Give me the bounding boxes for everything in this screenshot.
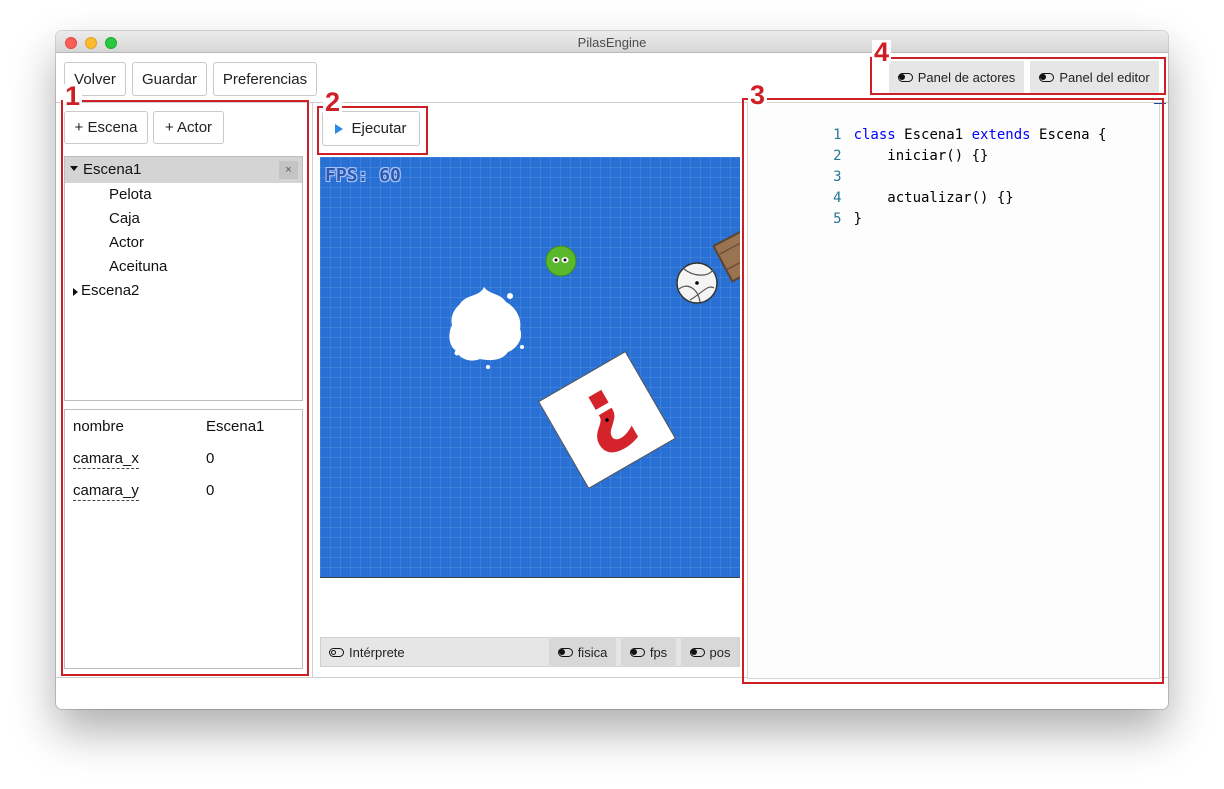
actor-question-card: ? [538,351,676,489]
pos-toggle[interactable]: pos [681,637,739,667]
properties-panel: nombre Escena1 camara_x 0 camara_y 0 [64,409,303,669]
pelota-actor [676,262,718,304]
prop-value[interactable]: 0 [206,450,214,467]
toggle-switch-icon [557,647,573,657]
code-text: iniciar() {} [853,148,989,164]
tree-item-aceituna[interactable]: Aceituna [109,258,167,275]
code-text: } [853,211,863,227]
code-editor[interactable]: 1 class Escena1 extends Escena { 2 inicia… [747,102,1160,679]
annotation-number-4: 4 [872,37,892,67]
fisica-label: fisica [577,644,608,660]
tree-row-scene1[interactable]: Escena1 × [65,157,302,183]
toggle-switch-icon [897,72,913,82]
tree-item-pelota[interactable]: Pelota [109,186,152,203]
toggle-switch-icon [689,647,705,657]
panel-actores-toggle[interactable]: Panel de actores [889,61,1024,93]
annotation-number-2: 2 [323,87,343,117]
overview-ruler-mark [1154,103,1166,104]
window-title: PilasEngine [577,35,647,50]
stage-options-bar: Intérprete [320,637,740,667]
ground [320,577,740,578]
prop-value[interactable]: 0 [206,482,214,499]
scene-tree: Escena1 × Pelota Caja Actor Aceituna Esc… [64,156,303,401]
pos-label: pos [709,644,731,660]
prop-name: nombre [73,418,124,435]
guardar-button[interactable]: Guardar [132,62,207,96]
tree-item-caja[interactable]: Caja [109,210,140,227]
panel-actores-label: Panel de actores [917,69,1016,85]
code-text: Escena { [1030,127,1107,143]
toggle-switch-icon [329,648,344,657]
line-number: 5 [833,211,842,227]
code-line: 1 class Escena1 extends Escena { [748,104,1106,143]
scene1-label: Escena1 [83,161,142,178]
panel-editor-toggle[interactable]: Panel del editor [1030,61,1159,93]
prop-value[interactable]: Escena1 [206,418,264,435]
preferencias-button[interactable]: Preferencias [213,62,317,96]
fps-toggle[interactable]: fps [621,637,676,667]
play-icon [335,123,344,134]
tree-item-actor[interactable]: Actor [109,234,144,251]
annotation-number-3: 3 [748,80,768,110]
fps-label: fps [649,644,668,660]
add-scene-button[interactable]: + Escena [64,111,148,144]
toggle-switch-icon [1039,72,1055,82]
code-text: actualizar() {} [853,190,1014,206]
prop-name[interactable]: camara_x [73,450,139,469]
fisica-toggle[interactable]: fisica [549,637,616,667]
toggle-switch-icon [629,647,645,657]
scene2-label: Escena2 [81,282,140,299]
annotation-number-1: 1 [63,81,83,111]
app-window: PilasEngine Volver Guardar Preferencias … [56,31,1168,709]
panel-editor-label: Panel del editor [1059,69,1150,85]
code-line: 5} [748,188,862,227]
prop-name[interactable]: camara_y [73,482,139,501]
ejecutar-label: Ejecutar [351,120,407,137]
tree-row-scene2[interactable]: Escena2 [65,282,302,304]
aceituna-actor [545,245,577,277]
interpreter-label: Intérprete [349,645,405,660]
close-icon[interactable]: × [279,161,298,179]
panel-divider [312,102,313,677]
splash-actor [449,287,524,369]
code-line: 2 iniciar() {} [748,125,988,164]
add-actor-button[interactable]: + Actor [153,111,224,144]
code-line: 4 actualizar() {} [748,167,1014,206]
stage-actors: ? [449,221,740,489]
title-bar: PilasEngine [56,31,1168,53]
code-line: 3 [748,146,854,185]
collapse-arrow-icon[interactable] [73,288,78,296]
expand-arrow-icon[interactable] [70,166,78,171]
game-canvas[interactable]: FPS: 60 ? [320,157,740,578]
caja-actor [712,221,740,283]
interpreter-toggle[interactable]: Intérprete [329,645,405,660]
